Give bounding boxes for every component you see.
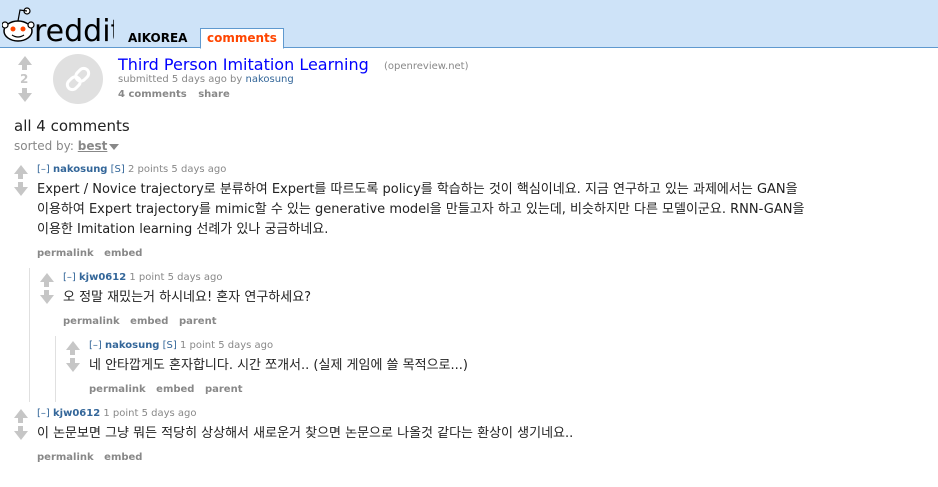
- collapse-toggle[interactable]: [–]: [63, 272, 76, 283]
- permalink-button[interactable]: permalink: [63, 316, 120, 327]
- comment-tagline: [–] kjw0612 1 point 5 days ago: [37, 408, 196, 419]
- comment-line: 네 안타깝게도 혼자합니다. 시간 쪼개서.. (실제 게임에 쓸 목적으로..…: [89, 358, 468, 373]
- comment-line: 오 정말 재밌는거 하시네요! 혼자 연구하세요?: [63, 290, 312, 305]
- embed-button[interactable]: embed: [156, 384, 194, 395]
- comment-meta: 1 point 5 days ago: [129, 272, 223, 283]
- comment-line: 이용하여 Expert trajectory를 mimic할 수 있는 gene…: [37, 202, 805, 217]
- comment-buttons: permalink embed: [37, 248, 149, 259]
- comment-buttons: permalink embed parent: [89, 384, 249, 395]
- subreddit-name[interactable]: AIKOREA: [128, 31, 187, 45]
- comment-tagline: [–] nakosung [S] 2 points 5 days ago: [37, 164, 226, 175]
- dropdown-caret-icon[interactable]: [109, 143, 120, 150]
- alien-mascot-icon: [2, 7, 35, 42]
- embed-button[interactable]: embed: [104, 452, 142, 463]
- post-tagline: submitted 5 days ago by nakosung: [118, 74, 294, 85]
- share-button[interactable]: share: [198, 89, 230, 100]
- permalink-button[interactable]: permalink: [89, 384, 146, 395]
- collapse-toggle[interactable]: [–]: [89, 340, 102, 351]
- comment-line: 이용한 Imitation learning 선례가 있나 궁금하네요.: [37, 222, 329, 237]
- comment-author[interactable]: nakosung: [53, 164, 107, 175]
- comments-link[interactable]: 4 comments: [118, 89, 187, 100]
- sort-dropdown[interactable]: best: [78, 139, 108, 153]
- post-title[interactable]: Third Person Imitation Learning: [118, 55, 369, 74]
- tab-comments[interactable]: comments: [200, 28, 284, 49]
- comment-buttons: permalink embed: [37, 452, 149, 463]
- post-score: 2: [20, 72, 29, 86]
- permalink-button[interactable]: permalink: [37, 248, 94, 259]
- embed-button[interactable]: embed: [130, 316, 168, 327]
- comment-meta: 1 point 5 days ago: [103, 408, 197, 419]
- thread-line: [55, 336, 56, 402]
- comment-body: 네 안타깝게도 혼자합니다. 시간 쪼개서.. (실제 게임에 쓸 목적으로..…: [89, 356, 468, 376]
- submitter-badge[interactable]: [S]: [163, 340, 177, 351]
- collapse-toggle[interactable]: [–]: [37, 408, 50, 419]
- comment-body: 오 정말 재밌는거 하시네요! 혼자 연구하세요?: [63, 288, 311, 308]
- link-thumbnail[interactable]: [53, 54, 103, 104]
- comment-tagline: [–] kjw0612 1 point 5 days ago: [63, 272, 222, 283]
- comment-body: 이 논문보면 그냥 뭐든 적당히 상상해서 새로운거 찾으면 논문으로 나올것 …: [37, 424, 573, 444]
- collapse-toggle[interactable]: [–]: [37, 164, 50, 175]
- comment-body: Expert / Novice trajectory로 분류하여 Expert를…: [37, 180, 804, 240]
- comment-meta: 1 point 5 days ago: [180, 340, 274, 351]
- post-domain[interactable]: (openreview.net): [384, 61, 469, 72]
- parent-button[interactable]: parent: [205, 384, 243, 395]
- comment-buttons: permalink embed parent: [63, 316, 223, 327]
- link-icon: [65, 66, 91, 92]
- comments-heading: all 4 comments: [14, 117, 130, 135]
- permalink-button[interactable]: permalink: [37, 452, 94, 463]
- embed-button[interactable]: embed: [104, 248, 142, 259]
- header: reddit AIKOREA comments: [0, 0, 938, 49]
- parent-button[interactable]: parent: [179, 316, 217, 327]
- comment-author[interactable]: kjw0612: [79, 272, 126, 283]
- comment-line: Expert / Novice trajectory로 분류하여 Expert를…: [37, 182, 798, 197]
- submitted-text: submitted 5 days ago by: [118, 74, 243, 85]
- comment-author[interactable]: nakosung: [105, 340, 159, 351]
- comment-tagline: [–] nakosung [S] 1 point 5 days ago: [89, 340, 273, 351]
- reddit-logo[interactable]: reddit: [2, 3, 114, 45]
- submitter-badge[interactable]: [S]: [111, 164, 125, 175]
- comment-line: 이 논문보면 그냥 뭐든 적당히 상상해서 새로운거 찾으면 논문으로 나올것 …: [37, 426, 574, 441]
- sort-label: sorted by:: [14, 139, 74, 153]
- post-buttons: 4 comments share: [118, 89, 238, 100]
- logo-text: reddit: [34, 14, 114, 45]
- sort-selector: sorted by: best: [14, 139, 120, 153]
- comment-meta: 2 points 5 days ago: [128, 164, 227, 175]
- thread-line: [29, 268, 30, 402]
- comment-author[interactable]: kjw0612: [53, 408, 100, 419]
- post-author[interactable]: nakosung: [245, 74, 293, 85]
